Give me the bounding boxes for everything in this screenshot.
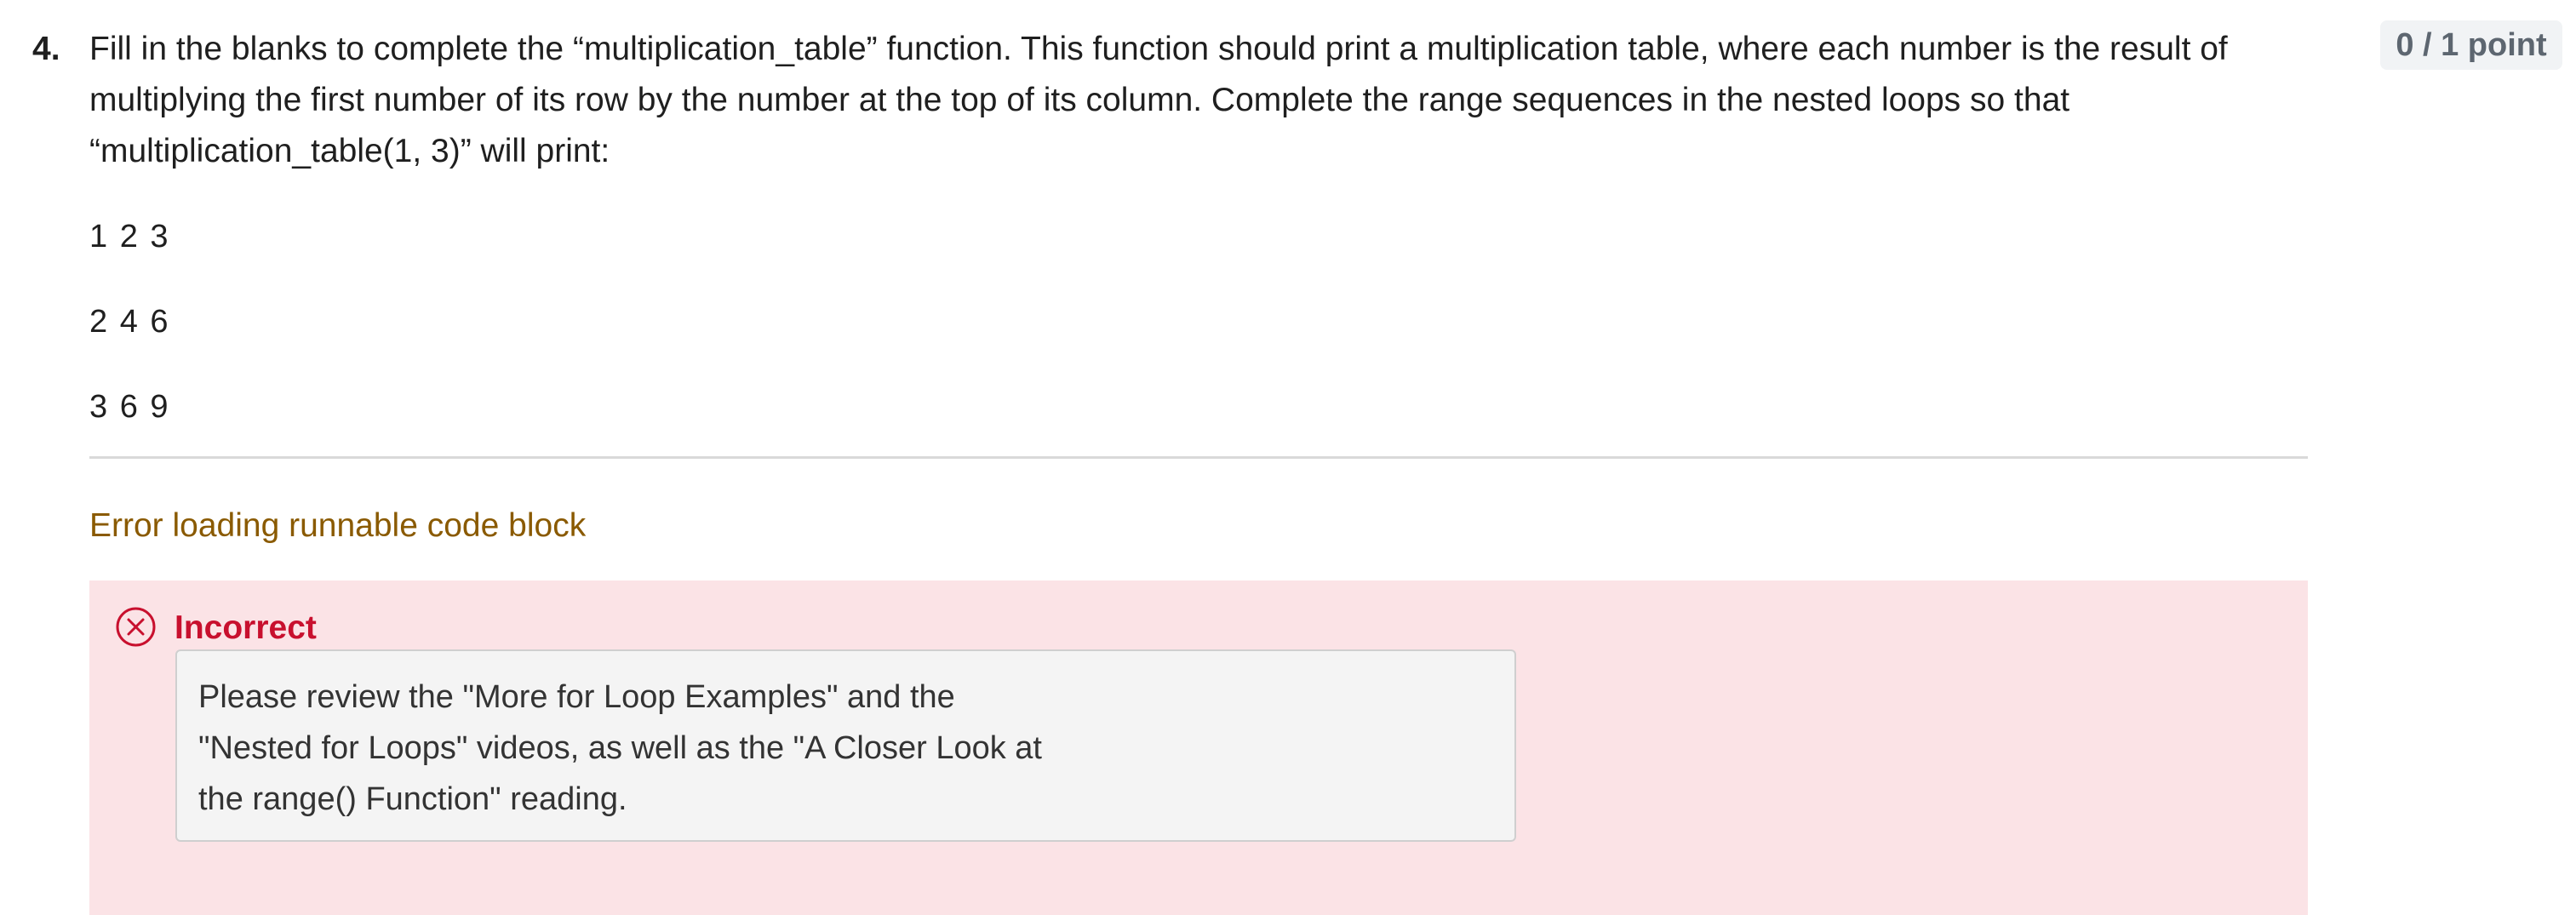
expected-output-line-3: 3 6 9 <box>89 389 170 425</box>
points-badge: 0 / 1 point <box>2380 20 2562 70</box>
feedback-status: Incorrect <box>175 609 317 646</box>
question-text: Fill in the blanks to complete the “mult… <box>89 31 2228 169</box>
close-circle-icon <box>116 607 156 647</box>
code-block-error: Error loading runnable code block <box>89 507 587 544</box>
feedback-message: Please review the "More for Loop Example… <box>198 679 1042 817</box>
expected-output-line-1: 1 2 3 <box>89 219 170 254</box>
divider <box>89 456 2308 459</box>
feedback-panel: Incorrect Please review the "More for Lo… <box>89 580 2308 915</box>
expected-output-line-2: 2 4 6 <box>89 304 170 340</box>
feedback-message-box: Please review the "More for Loop Example… <box>175 649 1516 842</box>
question-number: 4. <box>32 31 60 67</box>
